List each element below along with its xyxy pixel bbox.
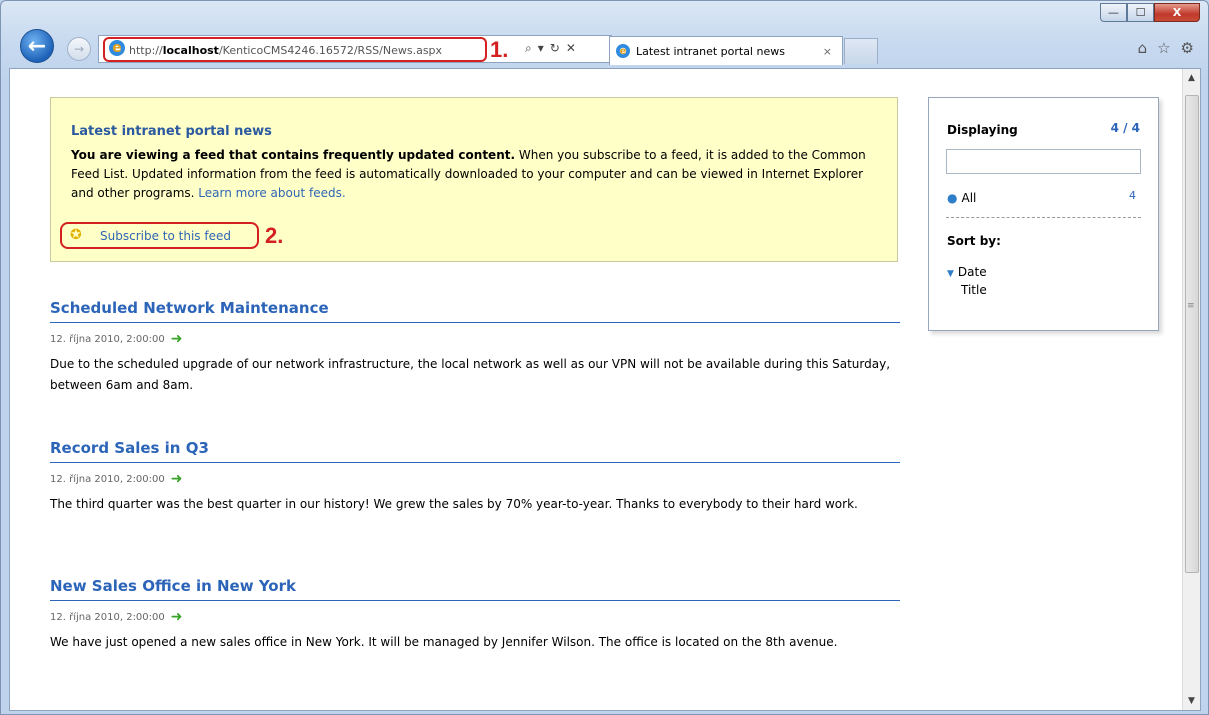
- ie-logo-icon: e: [109, 40, 125, 56]
- url-text[interactable]: http://localhost/KenticoCMS4246.16572/RS…: [129, 44, 442, 57]
- dropdown-icon[interactable]: ▾: [538, 41, 544, 56]
- scroll-thumb[interactable]: [1185, 95, 1199, 573]
- scroll-up-icon[interactable]: ▲: [1183, 69, 1200, 87]
- caption-buttons: — ☐ X: [1100, 3, 1200, 22]
- page-viewport: Latest intranet portal news You are view…: [9, 68, 1201, 711]
- sort-descending-icon: ▼: [947, 269, 954, 279]
- article-date-text: 12. října 2010, 2:00:00: [50, 473, 165, 485]
- article-title[interactable]: Record Sales in Q3: [50, 439, 900, 463]
- filter-all[interactable]: ● All: [947, 191, 976, 205]
- feed-title: Latest intranet portal news: [71, 124, 272, 139]
- feed-info-text: You are viewing a feed that contains fre…: [71, 146, 883, 203]
- filter-all-count: 4: [1129, 189, 1136, 202]
- feed-filter-panel: Displaying 4 / 4 ● All 4 Sort by: ▼ Date T…: [928, 97, 1159, 331]
- subscribe-link[interactable]: Subscribe to this feed: [100, 229, 231, 243]
- article-date: 12. října 2010, 2:00:00 ➜: [50, 331, 900, 347]
- article: Record Sales in Q3 12. října 2010, 2:00:…: [50, 439, 900, 515]
- annotation-2: 2.: [265, 223, 284, 248]
- search-icon[interactable]: ⌕: [525, 41, 532, 56]
- refresh-icon[interactable]: ↻: [550, 41, 560, 56]
- article-title[interactable]: Scheduled Network Maintenance: [50, 299, 900, 323]
- filter-search-input[interactable]: [946, 149, 1141, 174]
- feed-info-box: Latest intranet portal news You are view…: [50, 97, 898, 262]
- new-tab-button[interactable]: [844, 38, 878, 64]
- back-arrow-icon[interactable]: ←: [20, 29, 54, 63]
- vertical-scrollbar[interactable]: ▲ ≡ ▼: [1182, 69, 1200, 710]
- article-date: 12. října 2010, 2:00:00 ➜: [50, 609, 900, 625]
- url-prefix: http://: [129, 44, 163, 57]
- filter-all-label: All: [961, 191, 977, 205]
- forward-arrow-icon[interactable]: →: [67, 37, 91, 61]
- stop-icon[interactable]: ✕: [566, 41, 576, 56]
- bullet-icon: ●: [947, 191, 958, 205]
- url-host: localhost: [162, 44, 219, 57]
- go-arrow-icon[interactable]: ➜: [171, 609, 183, 625]
- maximize-button[interactable]: ☐: [1127, 3, 1154, 22]
- article-date: 12. října 2010, 2:00:00 ➜: [50, 471, 900, 487]
- tab-latest-news[interactable]: e Latest intranet portal news ×: [609, 36, 843, 65]
- home-icon[interactable]: ⌂: [1138, 39, 1148, 57]
- article-title[interactable]: New Sales Office in New York: [50, 577, 900, 601]
- sort-title[interactable]: Title: [961, 283, 987, 297]
- article-body: Due to the scheduled upgrade of our netw…: [50, 357, 891, 392]
- gear-icon[interactable]: ⚙: [1181, 39, 1194, 57]
- go-arrow-icon[interactable]: ➜: [171, 331, 183, 347]
- displaying-count: 4 / 4: [1110, 121, 1140, 135]
- address-tools: ⌕ ▾ ↻ ✕: [525, 41, 576, 56]
- go-arrow-icon[interactable]: ➜: [171, 471, 183, 487]
- browser-window: — ☐ X ← → e http://localhost/KenticoCMS4…: [0, 0, 1209, 715]
- right-toolbar: ⌂ ☆ ⚙: [1138, 39, 1194, 57]
- url-path: /KenticoCMS4246.16572/RSS/News.aspx: [218, 44, 443, 57]
- divider: [946, 217, 1141, 218]
- learn-more-link[interactable]: Learn more about feeds.: [198, 186, 345, 200]
- sort-label: Sort by:: [947, 234, 1001, 248]
- subscribe-star-icon[interactable]: ✪: [70, 227, 82, 243]
- scroll-down-icon[interactable]: ▼: [1183, 692, 1200, 710]
- close-window-button[interactable]: X: [1154, 3, 1200, 22]
- article: New Sales Office in New York 12. října 2…: [50, 577, 900, 653]
- article: Scheduled Network Maintenance 12. října …: [50, 299, 900, 396]
- sort-date[interactable]: ▼ Date: [947, 265, 987, 279]
- article-date-text: 12. října 2010, 2:00:00: [50, 333, 165, 345]
- article-body: We have just opened a new sales office i…: [50, 635, 838, 649]
- annotation-1: 1.: [490, 37, 509, 62]
- minimize-button[interactable]: —: [1100, 3, 1127, 22]
- sort-date-label: Date: [957, 265, 987, 279]
- article-body: The third quarter was the best quarter i…: [50, 497, 858, 511]
- tab-title: Latest intranet portal news: [636, 44, 785, 58]
- displaying-label: Displaying: [947, 123, 1018, 137]
- article-date-text: 12. října 2010, 2:00:00: [50, 611, 165, 623]
- tab-close-icon[interactable]: ×: [823, 45, 832, 58]
- feed-info-bold: You are viewing a feed that contains fre…: [71, 148, 516, 162]
- ie-tab-icon: e: [616, 44, 630, 58]
- favorites-star-icon[interactable]: ☆: [1157, 39, 1170, 57]
- scroll-grip-icon: ≡: [1187, 301, 1195, 311]
